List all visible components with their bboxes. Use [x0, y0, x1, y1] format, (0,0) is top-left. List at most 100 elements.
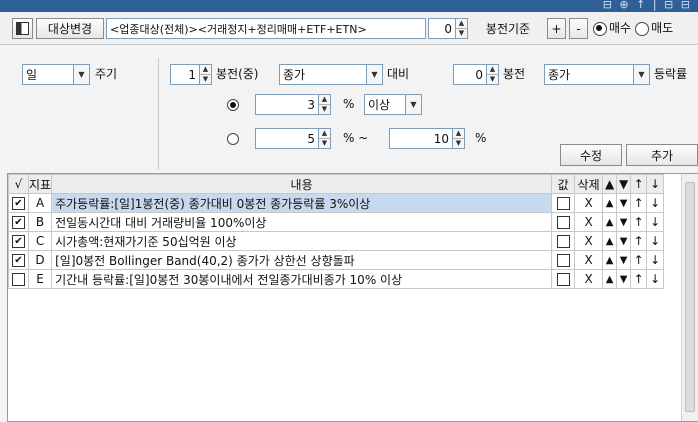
move-up-icon[interactable]: ↑: [630, 193, 648, 213]
row-value-cell[interactable]: [551, 250, 576, 270]
toolbar: 대상변경 <업종대상(전체)><거래정지+정리매매+ETF+ETN> 0 ▲ ▼ …: [0, 12, 698, 45]
col-up-tri-header[interactable]: ▲: [602, 174, 618, 194]
row-content[interactable]: 전일동시간대 대비 거래량비율 100%이상: [51, 212, 553, 232]
move-down-icon[interactable]: ↓: [646, 269, 665, 289]
edit-button[interactable]: 수정: [560, 144, 622, 166]
add-condition-button[interactable]: +: [547, 18, 566, 39]
row-value-checkbox[interactable]: [556, 235, 570, 248]
chevron-down-icon[interactable]: ▼: [367, 64, 383, 85]
move-down-icon[interactable]: ↓: [646, 193, 665, 213]
row-checkbox[interactable]: ✔: [12, 216, 25, 229]
add-button[interactable]: 추가: [626, 144, 698, 166]
move-down-icon[interactable]: ↓: [646, 250, 665, 270]
row-checkbox[interactable]: [12, 273, 25, 286]
target-change-button[interactable]: 대상변경: [36, 18, 104, 39]
price-type-select[interactable]: 종가: [279, 64, 367, 85]
window-controls[interactable]: ⊟ ⊕ ↑ | ⊟ ⊟: [603, 0, 692, 11]
row-checkbox[interactable]: ✔: [12, 197, 25, 210]
option2-to-input[interactable]: 10: [389, 128, 453, 149]
col-content-header[interactable]: 내용: [51, 174, 553, 194]
col-check-header[interactable]: √: [8, 174, 29, 194]
move-down-icon[interactable]: ↓: [646, 212, 665, 232]
move-bottom-icon[interactable]: ▼: [616, 269, 632, 289]
chevron-down-icon[interactable]: ▼: [634, 64, 650, 85]
sell-radio[interactable]: [635, 21, 650, 36]
row-value-checkbox[interactable]: [556, 216, 570, 229]
row-delete-button[interactable]: X: [574, 193, 604, 213]
row-value-checkbox[interactable]: [556, 254, 570, 267]
table-row[interactable]: ✔ C 시가총액:현재가기준 50십억원 이상 X ▲ ▼ ↑ ↓: [8, 231, 665, 251]
row-checkbox[interactable]: ✔: [12, 254, 25, 267]
row-value-cell[interactable]: [551, 212, 576, 232]
move-up-icon[interactable]: ↑: [630, 269, 648, 289]
row-checkbox-cell[interactable]: ✔: [8, 193, 29, 213]
move-top-icon[interactable]: ▲: [602, 231, 618, 251]
row-checkbox-cell[interactable]: ✔: [8, 231, 29, 251]
layout-icon[interactable]: [12, 18, 33, 39]
row-checkbox-cell[interactable]: [8, 269, 29, 289]
row-content[interactable]: 시가총액:현재가기준 50십억원 이상: [51, 231, 553, 251]
row-delete-button[interactable]: X: [574, 212, 604, 232]
remove-condition-button[interactable]: -: [569, 18, 588, 39]
move-bottom-icon[interactable]: ▼: [616, 250, 632, 270]
compare-price-select[interactable]: 종가: [544, 64, 634, 85]
move-top-icon[interactable]: ▲: [602, 193, 618, 213]
option1-cond-select[interactable]: 이상: [364, 94, 406, 115]
option1-radio[interactable]: [227, 99, 239, 111]
move-bottom-icon[interactable]: ▼: [616, 231, 632, 251]
table-row[interactable]: E 기간내 등락률:[일]0봉전 30봉이내에서 전일종가대비종가 10% 이상 X…: [8, 269, 665, 289]
row-content[interactable]: 기간내 등락률:[일]0봉전 30봉이내에서 전일종가대비종가 10% 이상: [51, 269, 553, 289]
option1-stepper[interactable]: ▲ ▼: [319, 94, 331, 115]
col-indicator-header[interactable]: 지표: [27, 174, 53, 194]
row-checkbox-cell[interactable]: ✔: [8, 250, 29, 270]
option2-to-stepper[interactable]: ▲ ▼: [453, 128, 465, 149]
row-delete-button[interactable]: X: [574, 250, 604, 270]
table-row[interactable]: ✔ D [일]0봉전 Bollinger Band(40,2) 종가가 상한선 상향…: [8, 250, 665, 270]
row-content[interactable]: 주가등락률:[일]1봉전(중) 종가대비 0봉전 종가등락률 3%이상: [51, 193, 553, 213]
bar-count-input[interactable]: 1: [170, 64, 200, 85]
table-row[interactable]: ✔ A 주가등락률:[일]1봉전(중) 종가대비 0봉전 종가등락률 3%이상 X ▲ ▼…: [8, 193, 665, 213]
move-top-icon[interactable]: ▲: [602, 212, 618, 232]
row-value-cell[interactable]: [551, 269, 576, 289]
move-top-icon[interactable]: ▲: [602, 269, 618, 289]
bar-offset-input[interactable]: 0: [428, 18, 456, 39]
row-checkbox-cell[interactable]: ✔: [8, 212, 29, 232]
row-value-cell[interactable]: [551, 231, 576, 251]
col-up-header[interactable]: ↑: [630, 174, 648, 194]
option2-radio[interactable]: [227, 133, 239, 145]
universe-field[interactable]: <업종대상(전체)><거래정지+정리매매+ETF+ETN>: [106, 18, 426, 39]
row-value-checkbox[interactable]: [556, 273, 570, 286]
col-down-tri-header[interactable]: ▼: [616, 174, 632, 194]
move-up-icon[interactable]: ↑: [630, 212, 648, 232]
compare-count-input[interactable]: 0: [453, 64, 487, 85]
period-select[interactable]: 일: [22, 64, 74, 85]
move-bottom-icon[interactable]: ▼: [616, 212, 632, 232]
row-checkbox[interactable]: ✔: [12, 235, 25, 248]
move-bottom-icon[interactable]: ▼: [616, 193, 632, 213]
buy-radio[interactable]: [593, 21, 607, 36]
col-down-header[interactable]: ↓: [646, 174, 665, 194]
bar-count-stepper[interactable]: ▲ ▼: [200, 64, 212, 85]
move-top-icon[interactable]: ▲: [602, 250, 618, 270]
row-value-checkbox[interactable]: [556, 197, 570, 210]
row-delete-button[interactable]: X: [574, 231, 604, 251]
col-value-header[interactable]: 값: [551, 174, 576, 194]
row-delete-button[interactable]: X: [574, 269, 604, 289]
bar-offset-stepper[interactable]: ▲ ▼: [456, 18, 468, 39]
chevron-down-icon[interactable]: ▼: [74, 64, 90, 85]
option2-from-input[interactable]: 5: [255, 128, 319, 149]
compare-count-stepper[interactable]: ▲ ▼: [487, 64, 499, 85]
row-content[interactable]: [일]0봉전 Bollinger Band(40,2) 종가가 상한선 상향돌파: [51, 250, 553, 270]
chevron-down-icon[interactable]: ▼: [406, 94, 422, 115]
option1-value-input[interactable]: 3: [255, 94, 319, 115]
move-up-icon[interactable]: ↑: [630, 231, 648, 251]
col-delete-header[interactable]: 삭제: [574, 174, 604, 194]
move-up-icon[interactable]: ↑: [630, 250, 648, 270]
scrollbar-thumb[interactable]: [685, 182, 695, 412]
grid-scrollbar[interactable]: [681, 174, 698, 421]
move-down-icon[interactable]: ↓: [646, 231, 665, 251]
row-value-cell[interactable]: [551, 193, 576, 213]
row-indicator: D: [27, 250, 53, 270]
option2-from-stepper[interactable]: ▲ ▼: [319, 128, 331, 149]
table-row[interactable]: ✔ B 전일동시간대 대비 거래량비율 100%이상 X ▲ ▼ ↑ ↓: [8, 212, 665, 232]
